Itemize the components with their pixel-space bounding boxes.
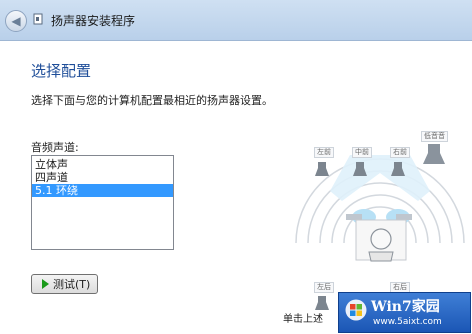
speaker-layout-diagram: 左前 中前 右前 低音音 左后 右后	[290, 83, 472, 310]
watermark-title: Win7家园	[371, 299, 440, 315]
page-heading: 选择配置	[31, 62, 92, 80]
title-bar: ◀ 扬声器安装程序	[0, 0, 472, 41]
front-left-speaker-icon[interactable]	[315, 161, 329, 177]
speaker-label-front-left: 左前	[314, 147, 334, 158]
test-button[interactable]: 测试(T)	[31, 274, 98, 294]
speaker-label-center: 中前	[352, 147, 372, 158]
footer-hint: 单击上述	[283, 314, 323, 325]
front-right-speaker-icon[interactable]	[391, 161, 405, 177]
site-watermark: Win7家园 www.5aixt.com	[338, 292, 471, 333]
window-title: 扬声器安装程序	[51, 14, 136, 28]
speaker-label-subwoofer: 低音音	[421, 131, 448, 142]
back-arrow-icon: ◀	[11, 14, 21, 28]
back-button[interactable]: ◀	[5, 10, 27, 32]
content-pane: 选择配置 选择下面与您的计算机配置最相近的扬声器设置。 音频声道: 立体声 四声…	[0, 41, 472, 334]
audio-channels-list[interactable]: 立体声 四声道 5.1 环绕	[31, 155, 174, 250]
speaker-setup-icon	[33, 13, 43, 25]
windows-logo-icon	[345, 299, 367, 321]
play-icon	[42, 279, 49, 289]
option-5-1-surround[interactable]: 5.1 环绕	[32, 184, 173, 197]
audio-channels-label: 音频声道:	[31, 141, 79, 154]
rear-left-speaker-icon[interactable]	[315, 295, 329, 311]
speaker-setup-window: ◀ 扬声器安装程序 选择配置 选择下面与您的计算机配置最相近的扬声器设置。 音频…	[0, 0, 472, 334]
speaker-room-graphic	[295, 155, 465, 262]
speaker-label-rear-left: 左后	[314, 282, 334, 293]
test-button-label: 测试(T)	[53, 278, 91, 291]
option-stereo[interactable]: 立体声	[32, 158, 173, 171]
option-quadraphonic[interactable]: 四声道	[32, 171, 173, 184]
subwoofer-speaker-icon[interactable]	[423, 143, 445, 165]
watermark-url: www.5aixt.com	[373, 317, 442, 327]
speaker-label-front-right: 右前	[390, 147, 410, 158]
center-speaker-icon[interactable]	[353, 161, 367, 177]
page-description: 选择下面与您的计算机配置最相近的扬声器设置。	[31, 94, 273, 107]
